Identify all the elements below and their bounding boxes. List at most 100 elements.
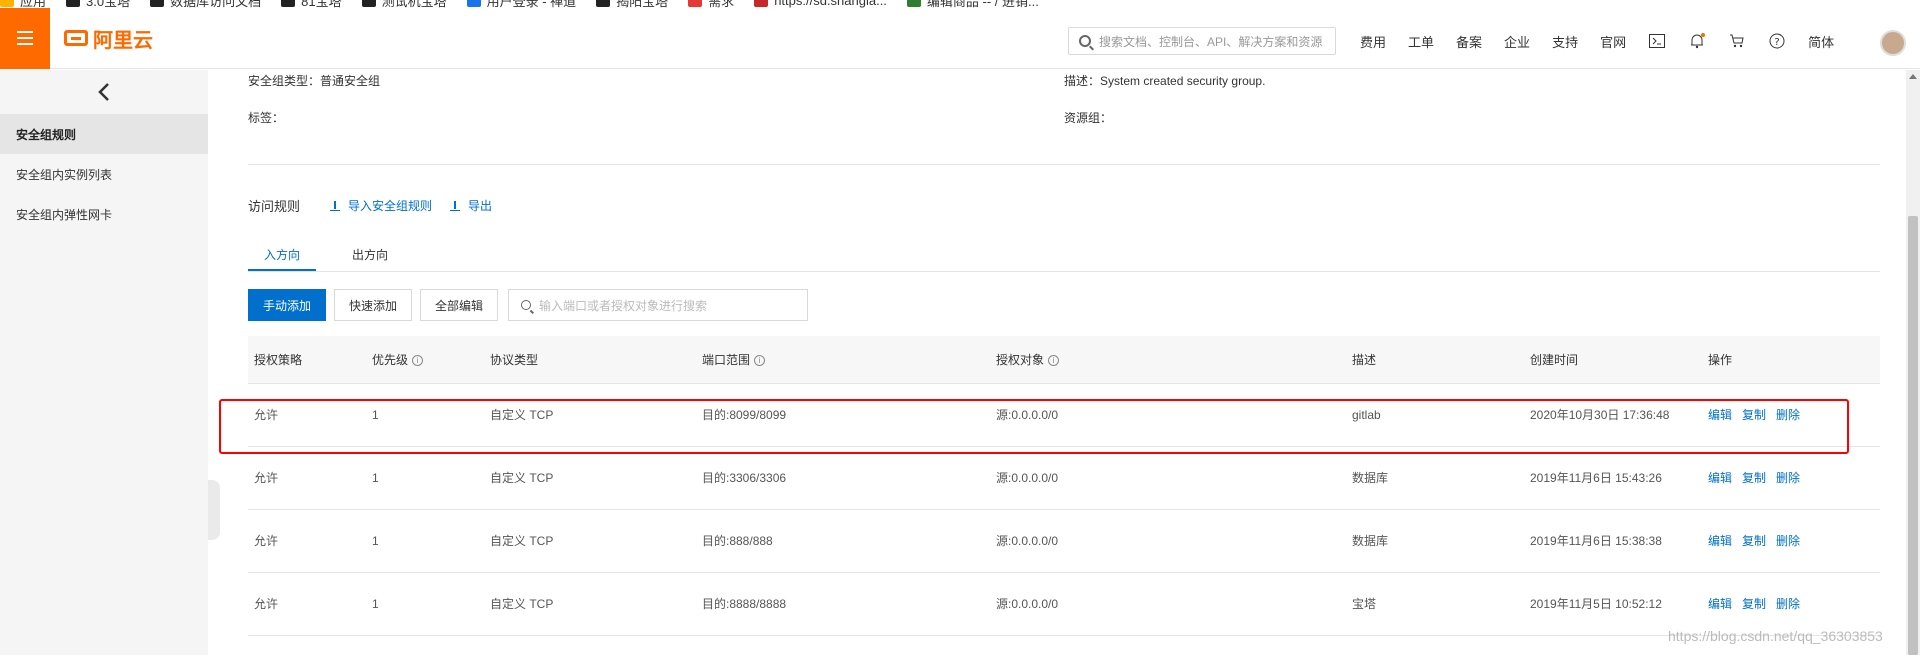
sg-desc-label: 描述： bbox=[1064, 74, 1101, 88]
info-icon[interactable]: i bbox=[754, 354, 766, 366]
col-auth-object: 授权对象 i bbox=[996, 336, 1060, 384]
sg-rg-label: 资源组： bbox=[1064, 111, 1113, 125]
col-label: 描述 bbox=[1352, 353, 1377, 367]
top-bar: 阿里云 搜索文档、控制台、API、解决方案和资源 费用 工单 备案 企业 支持 … bbox=[0, 7, 1920, 69]
rules-search-placeholder: 输入端口或者授权对象进行搜索 bbox=[539, 298, 708, 313]
aliyun-logo[interactable]: 阿里云 bbox=[64, 24, 153, 53]
edit-all-button[interactable]: 全部编辑 bbox=[420, 289, 499, 321]
tab-inbound[interactable]: 入方向 bbox=[248, 238, 316, 271]
copy-rule-link[interactable]: 复制 bbox=[1742, 573, 1766, 636]
tab-outbound[interactable]: 出方向 bbox=[336, 238, 404, 271]
sg-resource-group: 资源组： bbox=[1064, 109, 1112, 126]
bookmark-favicon-icon bbox=[466, 0, 481, 7]
sg-type-label: 安全组类型： bbox=[248, 74, 321, 88]
cell-auth-object: 源:0.0.0.0/0 bbox=[996, 534, 1059, 548]
avatar[interactable] bbox=[1880, 30, 1906, 56]
cell-policy: 允许 bbox=[254, 471, 279, 485]
quick-add-button[interactable]: 快速添加 bbox=[334, 289, 413, 321]
sidebar-item-enis[interactable]: 安全组内弹性网卡 bbox=[0, 194, 208, 234]
bookmark-label: 81宝塔 bbox=[301, 0, 342, 8]
bookmark-item[interactable]: 3.0宝塔 bbox=[66, 0, 130, 8]
nav-fees[interactable]: 费用 bbox=[1360, 32, 1386, 51]
sidebar-item-label: 安全组内弹性网卡 bbox=[16, 207, 113, 222]
bookmark-label: 测试机宝塔 bbox=[381, 0, 447, 8]
edit-rule-link[interactable]: 编辑 bbox=[1708, 510, 1732, 573]
copy-rule-link[interactable]: 复制 bbox=[1742, 510, 1766, 573]
bell-icon[interactable] bbox=[1688, 32, 1706, 50]
svg-text:?: ? bbox=[1774, 37, 1779, 48]
delete-rule-link[interactable]: 删除 bbox=[1776, 447, 1800, 510]
row-actions: 编辑 复制 删除 bbox=[1708, 573, 1810, 636]
direction-tabs: 入方向 出方向 bbox=[248, 238, 1880, 272]
bookmark-item[interactable]: 需求 bbox=[688, 0, 734, 8]
scroll-up-icon[interactable] bbox=[1909, 74, 1917, 79]
rules-table: 授权策略 优先级 i 协议类型 端口范围 i 授权对象 i 描述 创建时间 操作 允许… bbox=[248, 336, 1880, 636]
cell-auth-object: 源:0.0.0.0/0 bbox=[996, 597, 1059, 611]
terminal-icon[interactable] bbox=[1648, 32, 1666, 50]
sidebar-item-instances[interactable]: 安全组内实例列表 bbox=[0, 154, 208, 194]
sidebar-collapse-handle[interactable] bbox=[208, 480, 220, 540]
cell-port-range: 目的:3306/3306 bbox=[702, 471, 787, 485]
bookmark-item[interactable]: 数据库访问文档 bbox=[150, 0, 261, 8]
info-icon[interactable]: i bbox=[1048, 354, 1060, 366]
bookmarks-bar: 应用 3.0宝塔 数据库访问文档 81宝塔 测试机宝塔 用户登录 - 禅道 揭阳宝塔 需求 ht… bbox=[0, 0, 1920, 8]
table-row: 允许 1 自定义 TCP 目的:3306/3306 源:0.0.0.0/0 数据库 2019… bbox=[248, 447, 1880, 510]
cell-policy: 允许 bbox=[254, 597, 279, 611]
sg-tags: 标签： bbox=[248, 109, 284, 126]
col-label: 协议类型 bbox=[490, 353, 539, 367]
page-scrollbar[interactable] bbox=[1906, 70, 1920, 655]
bookmark-item[interactable]: 测试机宝塔 bbox=[361, 0, 447, 8]
copy-rule-link[interactable]: 复制 bbox=[1742, 447, 1766, 510]
import-icon bbox=[330, 200, 341, 211]
bookmark-item[interactable]: 81宝塔 bbox=[281, 0, 342, 8]
rules-toolbar: 手动添加 快速添加 全部编辑 输入端口或者授权对象进行搜索 bbox=[248, 289, 809, 321]
nav-official-site[interactable]: 官网 bbox=[1600, 32, 1626, 51]
edit-rule-link[interactable]: 编辑 bbox=[1708, 447, 1732, 510]
main-content: 安全组类型：普通安全组 描述：System created security g… bbox=[248, 70, 1880, 655]
hamburger-icon[interactable] bbox=[0, 7, 50, 69]
import-rules-button[interactable]: 导入安全组规则 bbox=[330, 197, 432, 214]
export-label: 导出 bbox=[468, 199, 493, 213]
bookmark-favicon-icon bbox=[906, 0, 921, 7]
cell-created: 2019年11月6日 15:38:38 bbox=[1530, 534, 1662, 548]
info-icon[interactable]: i bbox=[412, 354, 424, 366]
bookmark-item[interactable]: 编辑商品 -- / 进销... bbox=[906, 0, 1039, 8]
bookmark-label: 数据库访问文档 bbox=[170, 0, 262, 8]
help-icon[interactable]: ? bbox=[1768, 32, 1786, 50]
bookmark-label: 用户登录 - 禅道 bbox=[486, 0, 577, 8]
nav-support[interactable]: 支持 bbox=[1552, 32, 1578, 51]
cell-priority: 1 bbox=[372, 471, 379, 485]
bookmark-favicon-icon bbox=[150, 0, 165, 7]
export-button[interactable]: 导出 bbox=[450, 197, 492, 214]
edit-rule-link[interactable]: 编辑 bbox=[1708, 573, 1732, 636]
nav-enterprise[interactable]: 企业 bbox=[1504, 32, 1530, 51]
cell-protocol: 自定义 TCP bbox=[490, 597, 554, 611]
bookmark-label: 编辑商品 -- / 进销... bbox=[926, 0, 1039, 8]
nav-icp[interactable]: 备案 bbox=[1456, 32, 1482, 51]
bookmark-item[interactable]: https://sd.shangla... bbox=[754, 0, 887, 8]
scrollbar-thumb[interactable] bbox=[1908, 216, 1918, 655]
bookmark-item[interactable]: 用户登录 - 禅道 bbox=[466, 0, 577, 8]
export-icon bbox=[450, 200, 461, 211]
delete-rule-link[interactable]: 删除 bbox=[1776, 573, 1800, 636]
bookmark-item[interactable]: 揭阳宝塔 bbox=[596, 0, 668, 8]
global-search-input[interactable]: 搜索文档、控制台、API、解决方案和资源 bbox=[1068, 27, 1336, 55]
col-label: 授权对象 bbox=[996, 353, 1045, 367]
manual-add-button[interactable]: 手动添加 bbox=[248, 289, 327, 321]
delete-rule-link[interactable]: 删除 bbox=[1776, 510, 1800, 573]
cart-icon[interactable] bbox=[1728, 32, 1746, 50]
search-icon bbox=[521, 300, 532, 310]
nav-ticket[interactable]: 工单 bbox=[1408, 32, 1434, 51]
sg-tags-label: 标签： bbox=[248, 111, 285, 125]
cell-port-range: 目的:8888/8888 bbox=[702, 597, 787, 611]
bookmark-favicon-icon bbox=[0, 0, 14, 7]
language-switch[interactable]: 简体 bbox=[1808, 32, 1834, 51]
bookmark-favicon-icon bbox=[361, 0, 376, 7]
chevron-left-icon[interactable] bbox=[0, 70, 208, 114]
rules-search-input[interactable]: 输入端口或者授权对象进行搜索 bbox=[508, 289, 809, 321]
sidebar-item-security-rules[interactable]: 安全组规则 bbox=[0, 114, 208, 154]
cell-created: 2019年11月5日 10:52:12 bbox=[1530, 597, 1662, 611]
col-actions: 操作 bbox=[1708, 336, 1732, 384]
logo-text: 阿里云 bbox=[93, 29, 153, 52]
aliyun-logo-icon bbox=[64, 30, 88, 46]
